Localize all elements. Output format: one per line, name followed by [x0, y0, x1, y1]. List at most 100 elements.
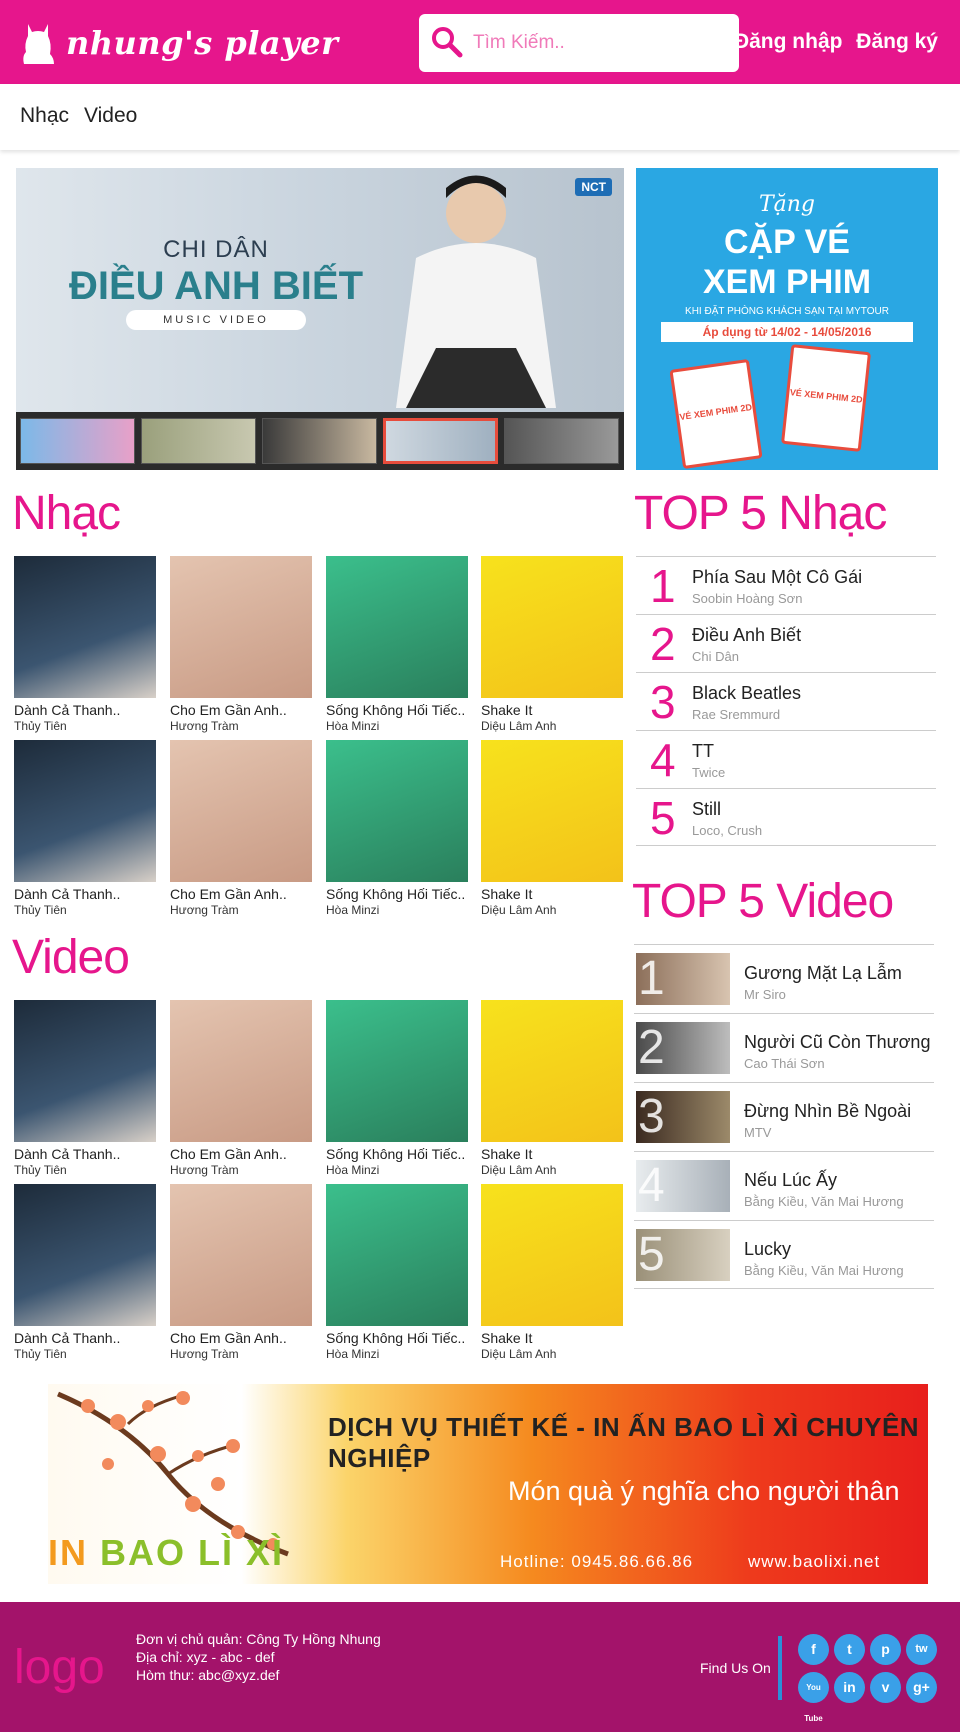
- album-title[interactable]: Dành Cả Thanh..: [14, 1330, 156, 1346]
- header: nhung's player Đăng nhập Đăng ký: [0, 0, 960, 84]
- album-title[interactable]: Cho Em Gần Anh..: [170, 886, 312, 902]
- promo-banner[interactable]: Tặng CẶP VÉ XEM PHIM KHI ĐẶT PHÒNG KHÁCH…: [636, 168, 938, 470]
- search-box[interactable]: [419, 14, 739, 72]
- album-cover[interactable]: [481, 740, 623, 882]
- music-card[interactable]: Dành Cả Thanh.. Thủy Tiên: [14, 556, 156, 733]
- rank-number: 3: [650, 676, 676, 728]
- video-card[interactable]: Dành Cả Thanh.. Thủy Tiên: [14, 1184, 156, 1361]
- footer-logo[interactable]: logo: [14, 1640, 105, 1695]
- album-cover[interactable]: [14, 556, 156, 698]
- album-cover[interactable]: [326, 556, 468, 698]
- nav-item-video[interactable]: Video: [84, 104, 137, 128]
- auth-links: Đăng nhập Đăng ký: [726, 30, 938, 54]
- album-title[interactable]: Dành Cả Thanh..: [14, 1146, 156, 1162]
- ticket-image: VÉ XEM PHIM 2D: [669, 358, 763, 470]
- video-card[interactable]: Shake It Diệu Lâm Anh: [481, 1000, 623, 1177]
- banner-thumb[interactable]: [141, 418, 256, 464]
- banner-thumb-active[interactable]: [383, 418, 498, 464]
- album-cover[interactable]: [326, 1000, 468, 1142]
- album-title[interactable]: Shake It: [481, 702, 623, 718]
- top-music-item[interactable]: 3 Black Beatles Rae Sremmurd: [636, 672, 936, 730]
- album-title[interactable]: Cho Em Gần Anh..: [170, 1330, 312, 1346]
- album-cover[interactable]: [14, 740, 156, 882]
- music-card[interactable]: Shake It Diệu Lâm Anh: [481, 556, 623, 733]
- video-card[interactable]: Cho Em Gần Anh.. Hương Tràm: [170, 1184, 312, 1361]
- album-title[interactable]: Dành Cả Thanh..: [14, 702, 156, 718]
- music-card[interactable]: Dành Cả Thanh.. Thủy Tiên: [14, 740, 156, 917]
- top-music-item[interactable]: 5 Still Loco, Crush: [636, 788, 936, 846]
- twitter-icon[interactable]: tw: [906, 1634, 937, 1665]
- top-music-list: 1 Phía Sau Một Cô Gái Soobin Hoàng Sơn 2…: [636, 556, 936, 846]
- album-cover[interactable]: [481, 1184, 623, 1326]
- album-title[interactable]: Shake It: [481, 886, 623, 902]
- album-artist: Diệu Lâm Anh: [481, 1347, 557, 1361]
- nav-item-music[interactable]: Nhạc: [20, 104, 69, 128]
- tumblr-icon[interactable]: t: [834, 1634, 865, 1665]
- top-video-item[interactable]: 3 Đừng Nhìn Bề Ngoài MTV: [634, 1082, 934, 1151]
- album-title[interactable]: Sống Không Hối Tiếc..: [326, 886, 468, 902]
- banner-subtitle: MUSIC VIDEO: [126, 310, 306, 330]
- album-title[interactable]: Shake It: [481, 1146, 623, 1162]
- hero-banner[interactable]: NCT CHI DÂN ĐIỀU ANH BIẾT MUSIC VIDEO: [16, 168, 624, 470]
- album-title[interactable]: Cho Em Gần Anh..: [170, 1146, 312, 1162]
- song-title: Điều Anh Biết: [692, 625, 802, 645]
- album-title[interactable]: Sống Không Hối Tiếc..: [326, 1146, 468, 1162]
- album-cover[interactable]: [170, 740, 312, 882]
- promo-line: KHI ĐẶT PHÒNG KHÁCH SẠN TẠI MYTOUR: [685, 306, 889, 317]
- nct-badge: NCT: [575, 178, 612, 196]
- google-plus-icon[interactable]: g+: [906, 1672, 937, 1703]
- youtube-icon[interactable]: You Tube: [798, 1672, 829, 1723]
- music-card[interactable]: Shake It Diệu Lâm Anh: [481, 740, 623, 917]
- video-artist: Mr Siro: [744, 987, 786, 1002]
- top-music-item[interactable]: 4 TT Twice: [636, 730, 936, 788]
- album-cover[interactable]: [170, 1000, 312, 1142]
- video-card[interactable]: Cho Em Gần Anh.. Hương Tràm: [170, 1000, 312, 1177]
- top-music-item[interactable]: 2 Điều Anh Biết Chi Dân: [636, 614, 936, 672]
- top-video-item[interactable]: 4 Nếu Lúc Ấy Bằng Kiều, Văn Mai Hương: [634, 1151, 934, 1220]
- album-cover[interactable]: [481, 1000, 623, 1142]
- music-card[interactable]: Cho Em Gần Anh.. Hương Tràm: [170, 556, 312, 733]
- album-title[interactable]: Dành Cả Thanh..: [14, 886, 156, 902]
- album-cover[interactable]: [170, 556, 312, 698]
- video-card[interactable]: Dành Cả Thanh.. Thủy Tiên: [14, 1000, 156, 1177]
- album-title[interactable]: Sống Không Hối Tiếc..: [326, 702, 468, 718]
- banner-thumb[interactable]: [262, 418, 377, 464]
- album-cover[interactable]: [481, 556, 623, 698]
- search-input[interactable]: [473, 32, 713, 54]
- register-link[interactable]: Đăng ký: [856, 30, 938, 53]
- video-card[interactable]: Sống Không Hối Tiếc.. Hòa Minzi: [326, 1184, 468, 1361]
- music-card[interactable]: Cho Em Gần Anh.. Hương Tràm: [170, 740, 312, 917]
- album-cover[interactable]: [170, 1184, 312, 1326]
- album-cover[interactable]: [326, 1184, 468, 1326]
- album-cover[interactable]: [14, 1000, 156, 1142]
- song-title: Phía Sau Một Cô Gái: [692, 567, 863, 587]
- song-artist: Chi Dân: [692, 649, 739, 664]
- video-title: Lucky: [744, 1239, 792, 1259]
- facebook-icon[interactable]: f: [798, 1634, 829, 1665]
- top-video-item[interactable]: 2 Người Cũ Còn Thương Cao Thái Sơn: [634, 1013, 934, 1082]
- top-music-item[interactable]: 1 Phía Sau Một Cô Gái Soobin Hoàng Sơn: [636, 556, 936, 614]
- top-video-item[interactable]: 5 Lucky Bằng Kiều, Văn Mai Hương: [634, 1220, 934, 1289]
- album-cover[interactable]: [326, 740, 468, 882]
- banner-thumb[interactable]: [504, 418, 619, 464]
- album-title[interactable]: Sống Không Hối Tiếc..: [326, 1330, 468, 1346]
- song-title: Still: [692, 799, 722, 819]
- video-card[interactable]: Sống Không Hối Tiếc.. Hòa Minzi: [326, 1000, 468, 1177]
- music-card[interactable]: Sống Không Hối Tiếc.. Hòa Minzi: [326, 556, 468, 733]
- music-card[interactable]: Sống Không Hối Tiếc.. Hòa Minzi: [326, 740, 468, 917]
- ad-website[interactable]: www.baolixi.net: [748, 1552, 880, 1572]
- banner-thumb[interactable]: [20, 418, 135, 464]
- vimeo-icon[interactable]: v: [870, 1672, 901, 1703]
- top-video-item[interactable]: 1 Gương Mặt Lạ Lẫm Mr Siro: [634, 944, 934, 1013]
- album-cover[interactable]: [14, 1184, 156, 1326]
- album-title[interactable]: Cho Em Gần Anh..: [170, 702, 312, 718]
- login-link[interactable]: Đăng nhập: [734, 30, 843, 53]
- video-card[interactable]: Shake It Diệu Lâm Anh: [481, 1184, 623, 1361]
- ad-banner[interactable]: IN BAO LÌ XÌ DỊCH VỤ THIẾT KẾ - IN ẤN BA…: [48, 1384, 928, 1584]
- site-logo[interactable]: nhung's player: [20, 18, 338, 68]
- top-video-list: 1 Gương Mặt Lạ Lẫm Mr Siro 2 Người Cũ Cò…: [634, 944, 934, 1289]
- album-title[interactable]: Shake It: [481, 1330, 623, 1346]
- pinterest-icon[interactable]: p: [870, 1634, 901, 1665]
- search-icon[interactable]: [427, 23, 467, 63]
- linkedin-icon[interactable]: in: [834, 1672, 865, 1703]
